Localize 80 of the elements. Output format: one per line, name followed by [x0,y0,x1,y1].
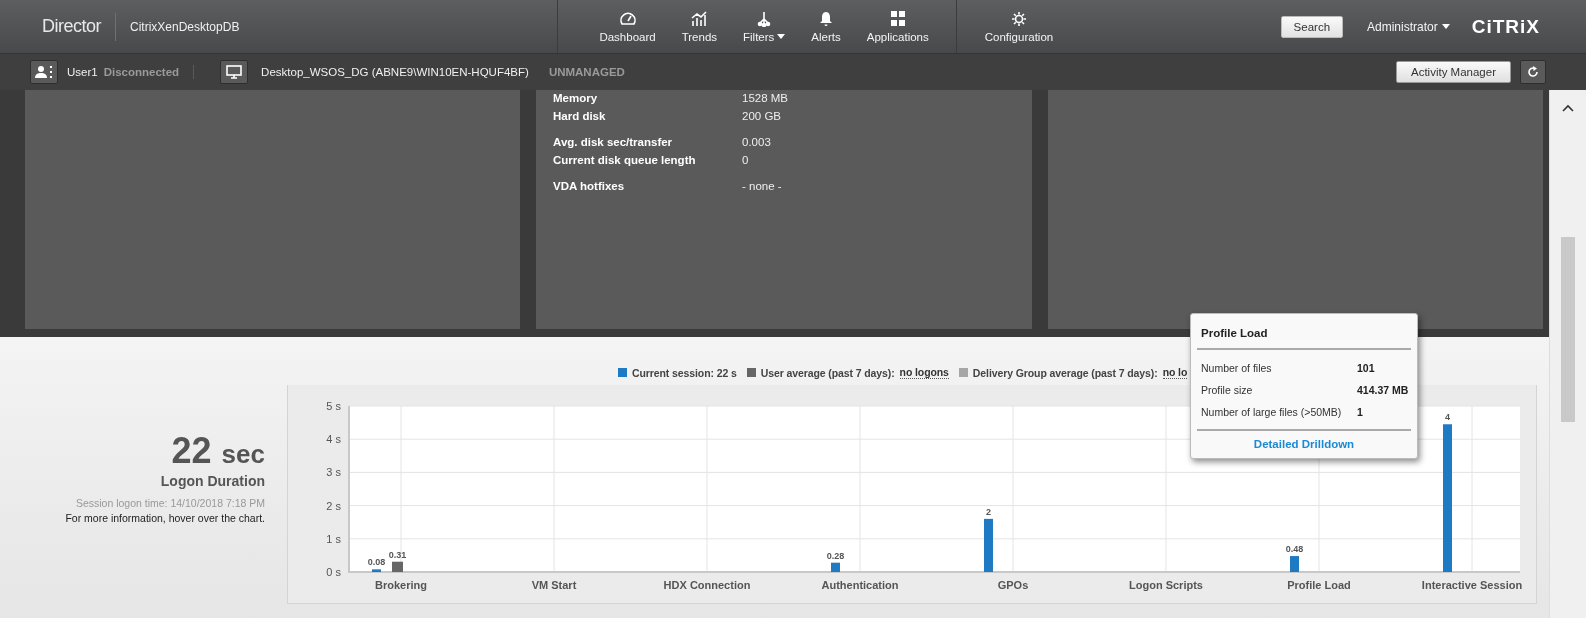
activity-manager-button[interactable]: Activity Manager [1396,61,1511,83]
detail-value: 1528 MB [742,91,790,106]
tooltip-value: 1 [1357,406,1364,418]
app-name: Director [42,16,101,37]
logo: CiTRiX [1471,15,1540,38]
user-button[interactable] [30,60,58,84]
category-label: Logon Scripts [1129,579,1203,591]
nav-item[interactable]: Alerts [798,0,854,53]
tooltip-value: 101 [1357,362,1376,374]
legend-link[interactable]: no logons [899,366,949,379]
bar[interactable] [831,562,840,572]
value-label: 0.08 [367,557,386,568]
legend-link[interactable]: no lo [1162,366,1188,379]
drilldown-link[interactable]: Detailed Drilldown [1197,431,1411,458]
category-label: VM Start [531,579,577,591]
detail-label: VDA hotfixes [553,179,626,194]
site-name: CitrixXenDesktopDB [130,19,240,34]
logon-time: Session logon time: 14/10/2018 7:18 PM [75,497,265,509]
detail-label: Memory [553,91,599,106]
axis-tick-label: 4 s [326,433,341,446]
refresh-icon [1527,66,1539,78]
detail-value: - none - [742,179,783,194]
value-label: 4 [1445,412,1450,423]
bar[interactable] [372,569,381,572]
search-button[interactable]: Search [1280,15,1344,38]
scroll-up-icon[interactable] [1562,104,1574,112]
user-icon [35,65,53,79]
axis-tick-label: 0 s [326,566,341,578]
gauge-icon [618,10,637,27]
monitor-icon [226,65,243,79]
axis-tick-label: 2 s [326,499,341,512]
value-label: 2 [986,506,991,517]
user-status: Disconnected [103,66,180,78]
nav-item[interactable]: Filters [730,0,799,53]
user-menu[interactable]: Administrator [1367,19,1450,34]
category-label: Profile Load [1287,579,1351,591]
tooltip-label: Number of large files (>50MB) [1201,406,1343,418]
legend-label: Delivery Group average (past 7 days): [972,366,1158,379]
scroll-thumb[interactable] [1561,237,1575,422]
detail-value: 0 [742,153,750,168]
machine-button[interactable] [220,60,249,84]
scrollbar[interactable] [1549,90,1586,618]
category-label: HDX Connection [663,579,751,591]
value-label: 0.31 [388,549,407,560]
value-label: 0.28 [826,550,845,561]
value-label: 0.48 [1285,544,1304,555]
detail-value: 200 GB [742,109,782,124]
machine-name: Desktop_WSOS_DG (ABNE9\WIN10EN-HQUF4BF) [261,66,529,78]
user-name: User1 [67,66,98,78]
hint-text: For more information, hover over the chart. [65,512,265,524]
detail-label: Avg. disk sec/transfer [553,135,674,150]
tooltip-value: 414.37 MB [1357,384,1409,396]
legend-label: Current session: 22 s [632,366,737,379]
logon-duration-title: Logon Duration [160,473,265,489]
nav-item[interactable]: Trends [668,0,731,53]
bar[interactable] [392,561,403,572]
nav-item[interactable]: Dashboard [586,0,669,53]
machine-status: UNMANAGED [548,66,625,78]
category-label: Brokering [375,579,427,591]
detail-label: Hard disk [553,109,607,124]
tooltip-title: Profile Load [1197,314,1411,350]
category-label: GPOs [997,579,1029,591]
category-label: Authentication [821,579,899,591]
grid-icon [888,10,907,27]
logon-duration: 22 sec [171,433,265,472]
legend-label: User average (past 7 days): [760,366,895,379]
tooltip-label: Profile size [1201,384,1254,396]
bar-chart-icon [690,10,709,27]
caret-icon [1441,24,1450,29]
gear-icon [1009,10,1028,27]
axis-tick-label: 5 s [326,400,341,412]
axis-tick-label: 3 s [326,466,341,479]
tooltip-label: Number of files [1201,362,1273,374]
nav-item[interactable]: Configuration [970,0,1067,53]
category-label: Interactive Session [1421,579,1523,591]
refresh-button[interactable] [1520,60,1546,84]
axis-tick-label: 1 s [326,532,341,545]
detail-label: Current disk queue length [553,153,697,168]
nav-item[interactable]: Applications [853,0,942,53]
detail-value: 0.003 [742,135,772,150]
